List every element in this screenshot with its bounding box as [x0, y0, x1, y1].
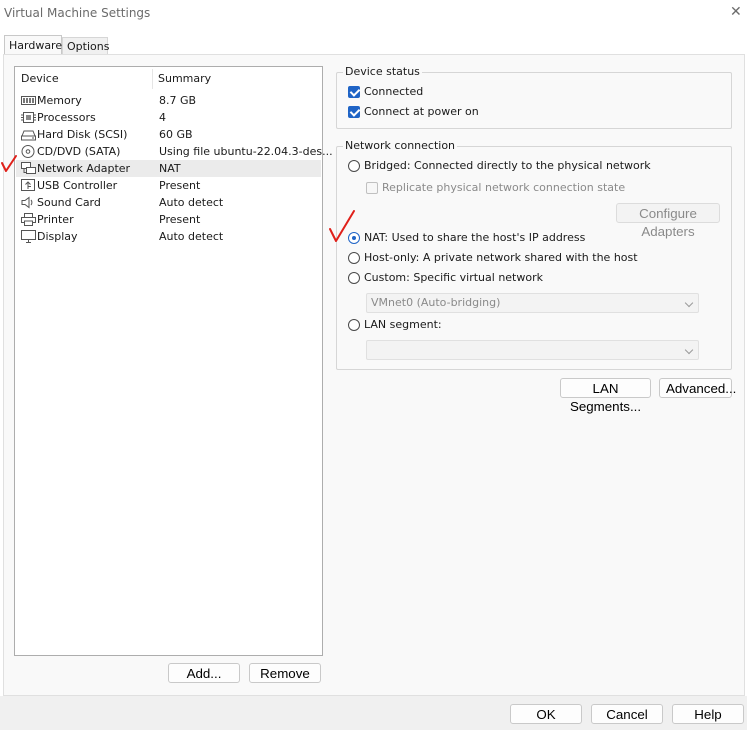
device-list[interactable]: Device Summary Memory 8.7 GB Processors …	[14, 66, 333, 656]
device-status-group: Device status	[336, 65, 732, 129]
device-name: CD/DVD (SATA)	[37, 145, 121, 158]
device-row-printer[interactable]: Printer Present	[16, 211, 321, 228]
device-name: Processors	[37, 111, 96, 124]
configure-adapters-button[interactable]: Configure Adapters	[616, 203, 720, 239]
host-only-label[interactable]: Host-only: A private network shared with…	[364, 251, 638, 264]
device-summary: Present	[159, 179, 201, 192]
device-name: Display	[37, 230, 78, 243]
connect-at-power-on-checkbox[interactable]	[348, 106, 360, 118]
display-icon	[21, 230, 36, 243]
tab-options[interactable]: Options	[62, 37, 109, 54]
device-summary: Auto detect	[159, 230, 224, 243]
connected-label[interactable]: Connected	[364, 85, 423, 98]
column-header-summary[interactable]: Summary	[158, 72, 211, 85]
usb-controller-icon	[21, 179, 35, 191]
bridged-radio[interactable]	[348, 160, 360, 172]
device-row-network-adapter[interactable]: Network Adapter NAT	[16, 160, 321, 177]
advanced-button[interactable]: Advanced...	[659, 378, 736, 398]
device-row-sound-card[interactable]: Sound Card Auto detect	[16, 194, 321, 211]
replicate-state-checkbox[interactable]	[366, 182, 378, 194]
network-connection-title: Network connection	[343, 139, 458, 152]
chevron-down-icon	[684, 298, 694, 308]
replicate-state-label[interactable]: Replicate physical network connection st…	[382, 181, 625, 194]
device-name: Printer	[37, 213, 74, 226]
processor-icon	[21, 112, 36, 123]
device-summary: Present	[159, 213, 201, 226]
device-summary: 4	[159, 111, 166, 124]
device-row-hard-disk[interactable]: Hard Disk (SCSI) 60 GB	[16, 126, 321, 143]
lan-segment-select[interactable]	[366, 340, 699, 360]
device-summary: NAT	[159, 162, 181, 175]
device-summary: 8.7 GB	[159, 94, 197, 107]
lan-segments-button[interactable]: LAN Segments...	[560, 378, 651, 414]
device-name: Hard Disk (SCSI)	[37, 128, 128, 141]
cancel-button[interactable]: Cancel	[591, 704, 663, 724]
window-title: Virtual Machine Settings	[4, 6, 151, 20]
nat-radio[interactable]	[348, 232, 360, 244]
device-row-memory[interactable]: Memory 8.7 GB	[16, 92, 321, 109]
remove-button[interactable]: Remove	[249, 663, 321, 683]
device-row-cd-dvd[interactable]: CD/DVD (SATA) Using file ubuntu-22.04.3-…	[16, 143, 333, 160]
custom-network-select[interactable]: VMnet0 (Auto-bridging)	[366, 293, 699, 313]
bridged-label[interactable]: Bridged: Connected directly to the physi…	[364, 159, 651, 172]
column-separator	[152, 69, 153, 89]
lan-segment-radio[interactable]	[348, 319, 360, 331]
device-name: USB Controller	[37, 179, 118, 192]
custom-network-value: VMnet0 (Auto-bridging)	[371, 296, 501, 309]
custom-radio[interactable]	[348, 272, 360, 284]
device-name: Sound Card	[37, 196, 101, 209]
custom-label[interactable]: Custom: Specific virtual network	[364, 271, 543, 284]
device-status-title: Device status	[343, 65, 422, 78]
device-row-display[interactable]: Display Auto detect	[16, 228, 321, 245]
tab-hardware[interactable]: Hardware	[4, 35, 62, 54]
memory-icon	[21, 96, 36, 105]
red-checkmark-annotation	[1, 155, 17, 172]
device-name: Network Adapter	[37, 162, 131, 175]
connect-at-power-on-label[interactable]: Connect at power on	[364, 105, 479, 118]
lan-segment-label[interactable]: LAN segment:	[364, 318, 442, 331]
device-summary: Using file ubuntu-22.04.3-des...	[159, 145, 333, 158]
printer-icon	[21, 213, 36, 226]
device-summary: 60 GB	[159, 128, 193, 141]
device-row-processors[interactable]: Processors 4	[16, 109, 321, 126]
ok-button[interactable]: OK	[510, 704, 582, 724]
device-row-usb-controller[interactable]: USB Controller Present	[16, 177, 321, 194]
host-only-radio[interactable]	[348, 252, 360, 264]
hard-disk-icon	[21, 130, 36, 141]
network-adapter-icon	[21, 162, 36, 174]
nat-label[interactable]: NAT: Used to share the host's IP address	[364, 231, 585, 244]
connected-checkbox[interactable]	[348, 86, 360, 98]
chevron-down-icon	[684, 345, 694, 355]
device-summary: Auto detect	[159, 196, 224, 209]
column-header-device[interactable]: Device	[21, 72, 59, 85]
device-name: Memory	[37, 94, 82, 107]
cd-dvd-icon	[21, 145, 35, 158]
help-button[interactable]: Help	[672, 704, 744, 724]
close-icon[interactable]: ✕	[730, 4, 742, 20]
add-button[interactable]: Add...	[168, 663, 240, 683]
sound-card-icon	[21, 196, 33, 209]
